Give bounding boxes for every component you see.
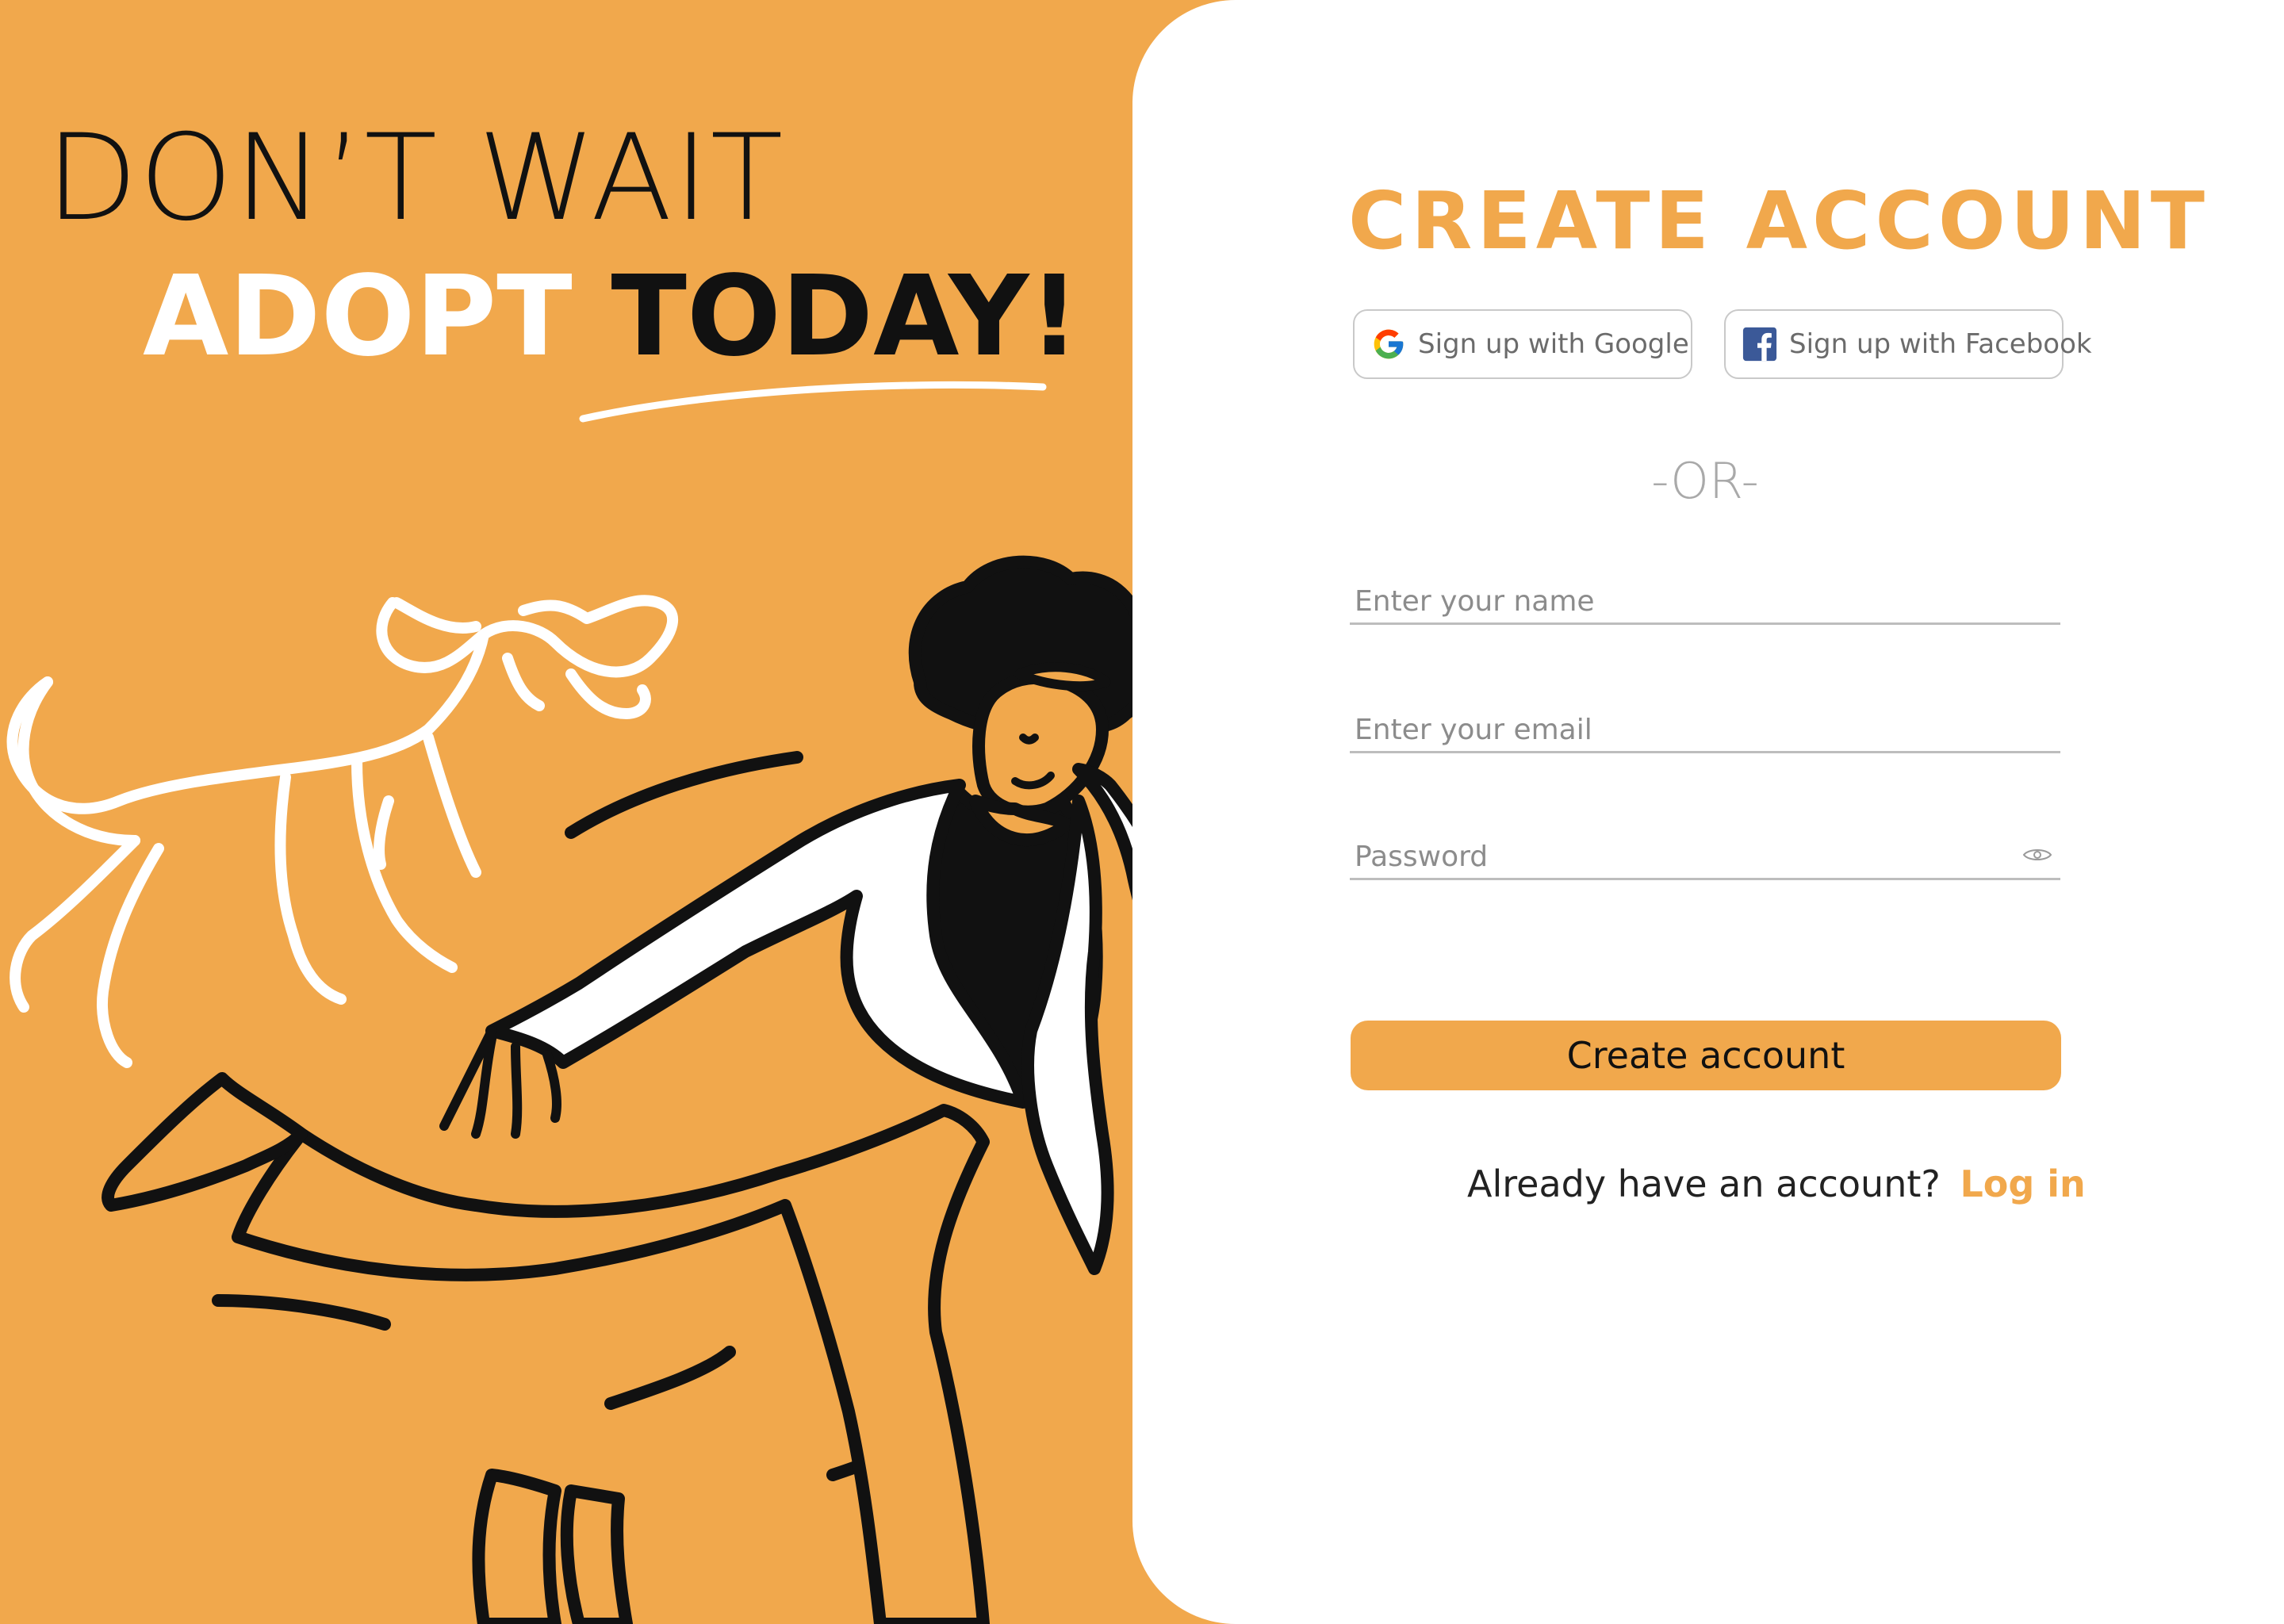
hero-panel: DON’T WAIT ADOPT TODAY!: [0, 0, 1190, 1624]
or-divider: -OR-: [1651, 452, 1759, 510]
create-account-button[interactable]: Create account: [1351, 1021, 2061, 1090]
page-title: CREATE ACCOUNT: [1348, 174, 2209, 267]
password-input[interactable]: [1355, 841, 2005, 873]
person-illustration: [102, 555, 1190, 1624]
eye-icon[interactable]: [2022, 846, 2052, 864]
login-prompt-text: Already have an account?: [1467, 1162, 1941, 1205]
email-input[interactable]: [1355, 714, 2005, 746]
login-prompt-row: Already have an account? Log in: [1467, 1162, 2086, 1205]
google-signup-button[interactable]: Sign up with Google: [1353, 309, 1692, 379]
adoption-illustration: [6, 555, 1190, 1624]
google-signup-label: Sign up with Google: [1418, 328, 1689, 360]
login-link[interactable]: Log in: [1960, 1162, 2085, 1205]
facebook-icon: [1742, 326, 1778, 362]
google-icon: [1370, 326, 1407, 362]
facebook-signup-button[interactable]: Sign up with Facebook: [1724, 309, 2092, 379]
name-field-wrapper: [1350, 567, 2060, 625]
name-input[interactable]: [1355, 585, 2005, 618]
email-field-wrapper: [1350, 695, 2060, 753]
facebook-signup-label: Sign up with Facebook: [1789, 328, 2092, 360]
password-field-wrapper: [1350, 822, 2060, 880]
